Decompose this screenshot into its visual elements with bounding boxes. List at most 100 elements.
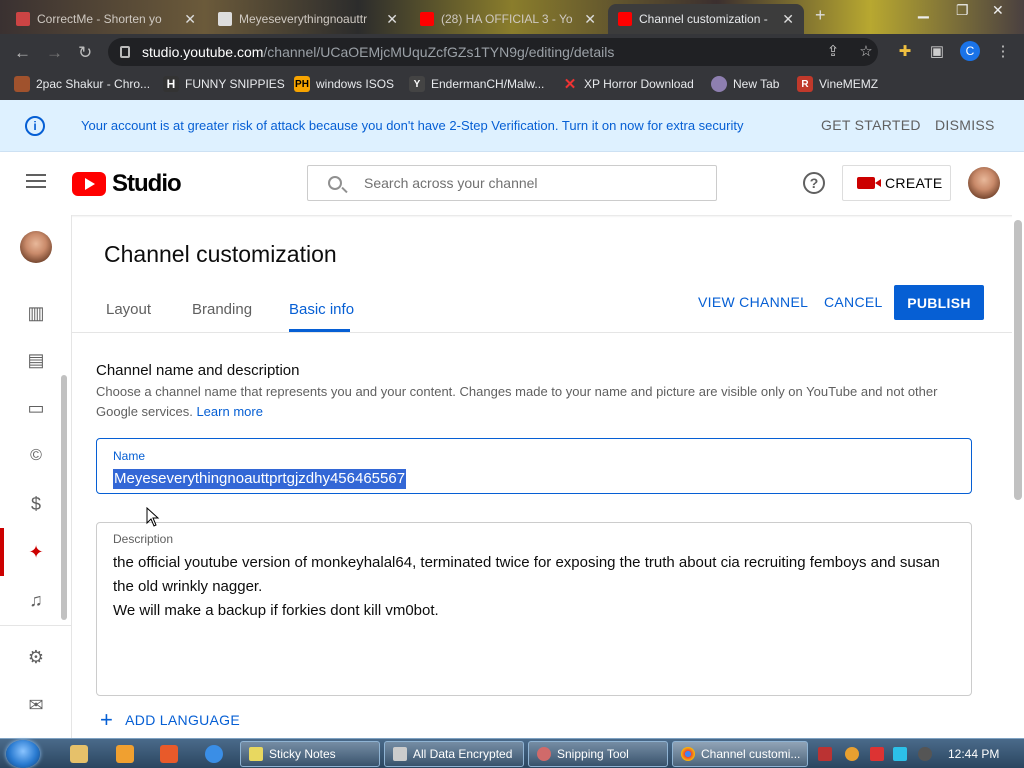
- monetization-icon[interactable]: $: [25, 493, 47, 515]
- sticky-notes-icon: [249, 747, 263, 761]
- browser-tab[interactable]: (28) HA OFFICIAL 3 - Yo ✕: [410, 4, 606, 34]
- hamburger-menu-icon[interactable]: [26, 174, 46, 188]
- tray-volume-icon[interactable]: [918, 747, 932, 761]
- bookmark-item[interactable]: Y EndermanCH/Malw...: [409, 76, 544, 92]
- snipping-tool-icon: [537, 747, 551, 761]
- learn-more-link[interactable]: Learn more: [196, 404, 262, 419]
- profile-avatar[interactable]: C: [960, 41, 980, 61]
- active-indicator: [0, 528, 4, 576]
- mouse-cursor-icon: [146, 507, 160, 527]
- create-button[interactable]: CREATE: [842, 165, 951, 201]
- taskbar-item[interactable]: All Data Encrypted: [384, 741, 524, 767]
- cancel-button[interactable]: CANCEL: [824, 294, 883, 310]
- minimize-icon[interactable]: ▁: [918, 2, 929, 19]
- bookmark-item[interactable]: New Tab: [711, 76, 779, 92]
- menu-kebab-icon[interactable]: ⋮: [994, 42, 1012, 60]
- ie-icon[interactable]: [205, 745, 223, 763]
- feedback-icon[interactable]: ✉: [25, 694, 47, 716]
- browser-tab[interactable]: Meyeseverythingnoauttr ✕: [208, 4, 408, 34]
- url-input[interactable]: studio.youtube.com /channel/UCaOEMjcMUqu…: [108, 38, 878, 66]
- bookmark-favicon-icon: H: [163, 76, 179, 92]
- studio-sidebar: ▥ ▤ ▭ © $ ✦ ♫ ⚙ ✉: [0, 215, 72, 738]
- sidebar-scrollbar[interactable]: [61, 375, 67, 620]
- bookmark-item[interactable]: R VineMEMZ: [797, 76, 878, 92]
- tab-layout[interactable]: Layout: [106, 301, 151, 318]
- bookmark-item[interactable]: 2pac Shakur - Chro...: [14, 76, 150, 92]
- window-close-icon[interactable]: ✕: [992, 2, 1004, 19]
- app-quicklaunch-icon[interactable]: [160, 745, 178, 763]
- bookmark-item[interactable]: H FUNNY SNIPPIES: [163, 76, 285, 92]
- taskbar-item[interactable]: Snipping Tool: [528, 741, 668, 767]
- banner-message: Your account is at greater risk of attac…: [81, 118, 744, 133]
- plus-icon: +: [100, 707, 114, 732]
- tab-basic-info[interactable]: Basic info: [289, 301, 354, 318]
- video-camera-icon: [857, 177, 881, 189]
- taskbar-item-active[interactable]: Channel customi...: [672, 741, 808, 767]
- tab-title: Meyeseverythingnoauttr: [239, 12, 368, 26]
- tray-search-icon[interactable]: [845, 747, 859, 761]
- get-started-button[interactable]: GET STARTED: [821, 117, 921, 133]
- bookmark-item[interactable]: PH windows ISOS: [294, 76, 394, 92]
- close-icon[interactable]: ✕: [386, 11, 398, 28]
- copyright-icon[interactable]: ©: [25, 445, 47, 467]
- close-icon[interactable]: ✕: [782, 11, 794, 28]
- bookmark-favicon-icon: [14, 76, 30, 92]
- close-icon[interactable]: ✕: [584, 11, 596, 28]
- audio-library-icon[interactable]: ♫: [25, 589, 47, 611]
- forward-icon[interactable]: →: [46, 43, 63, 63]
- channel-avatar[interactable]: [20, 231, 52, 263]
- sidepanel-icon[interactable]: ▣: [928, 42, 946, 60]
- customization-icon[interactable]: ✦: [25, 541, 47, 563]
- browser-tab-active[interactable]: Channel customization - ✕: [608, 4, 804, 34]
- scrollbar-thumb[interactable]: [1014, 220, 1022, 500]
- search-input[interactable]: Search across your channel: [307, 165, 717, 201]
- subtitles-icon[interactable]: ▭: [25, 397, 47, 419]
- bookmark-favicon-icon: PH: [294, 76, 310, 92]
- share-icon[interactable]: ⇪: [824, 42, 842, 60]
- account-avatar[interactable]: [968, 167, 1000, 199]
- name-label: Name: [113, 449, 146, 463]
- explorer-quicklaunch-icon[interactable]: [70, 745, 88, 763]
- tab-favicon: [16, 12, 30, 26]
- media-player-icon[interactable]: [116, 745, 134, 763]
- description-line: the official youtube version of monkeyha…: [113, 554, 940, 595]
- publish-button[interactable]: PUBLISH: [894, 285, 984, 320]
- description-value[interactable]: the official youtube version of monkeyha…: [113, 551, 963, 623]
- security-banner: i Your account is at greater risk of att…: [0, 100, 1024, 152]
- taskbar-item[interactable]: Sticky Notes: [240, 741, 380, 767]
- settings-icon[interactable]: ⚙: [25, 646, 47, 668]
- page-scrollbar[interactable]: [1012, 215, 1024, 738]
- start-orb-icon[interactable]: [6, 740, 40, 768]
- add-language-label: ADD LANGUAGE: [125, 712, 241, 728]
- bookmark-label: New Tab: [733, 77, 780, 91]
- bookmark-favicon-icon: R: [797, 76, 813, 92]
- help-icon[interactable]: ?: [803, 172, 825, 194]
- comments-icon[interactable]: ▤: [25, 349, 47, 371]
- bookmark-star-icon[interactable]: ☆: [857, 42, 875, 60]
- page-title: Channel customization: [104, 241, 337, 267]
- tray-app-icon[interactable]: [818, 747, 832, 761]
- analytics-icon[interactable]: ▥: [25, 302, 47, 324]
- view-channel-button[interactable]: VIEW CHANNEL: [698, 294, 808, 310]
- studio-logo[interactable]: Studio: [72, 170, 182, 198]
- new-tab-icon[interactable]: +: [815, 5, 826, 26]
- bookmark-item[interactable]: ✕ XP Horror Download: [562, 76, 694, 93]
- channel-name-field[interactable]: Name Meyeseverythingnoauttprtgjzdhy45646…: [96, 438, 972, 494]
- browser-tab[interactable]: CorrectMe - Shorten yo ✕: [6, 4, 206, 34]
- youtube-favicon-icon: [420, 12, 434, 26]
- back-icon[interactable]: ←: [14, 43, 31, 63]
- reload-icon[interactable]: ↻: [78, 43, 92, 63]
- maximize-icon[interactable]: ❐: [956, 2, 969, 19]
- close-icon[interactable]: ✕: [184, 11, 196, 28]
- add-language-button[interactable]: + ADD LANGUAGE: [100, 707, 241, 732]
- name-value-selected[interactable]: Meyeseverythingnoauttprtgjzdhy456465567: [113, 469, 407, 489]
- extensions-icon[interactable]: ✚: [896, 42, 914, 60]
- tray-network-icon[interactable]: [893, 747, 907, 761]
- chrome-icon: [681, 747, 695, 761]
- tab-branding[interactable]: Branding: [192, 301, 252, 318]
- info-icon: i: [25, 116, 45, 136]
- tray-flag-icon[interactable]: [870, 747, 884, 761]
- dismiss-button[interactable]: DISMISS: [935, 117, 995, 133]
- description-field[interactable]: Description the official youtube version…: [96, 522, 972, 696]
- studio-header: Studio Search across your channel ? CREA…: [0, 152, 1024, 215]
